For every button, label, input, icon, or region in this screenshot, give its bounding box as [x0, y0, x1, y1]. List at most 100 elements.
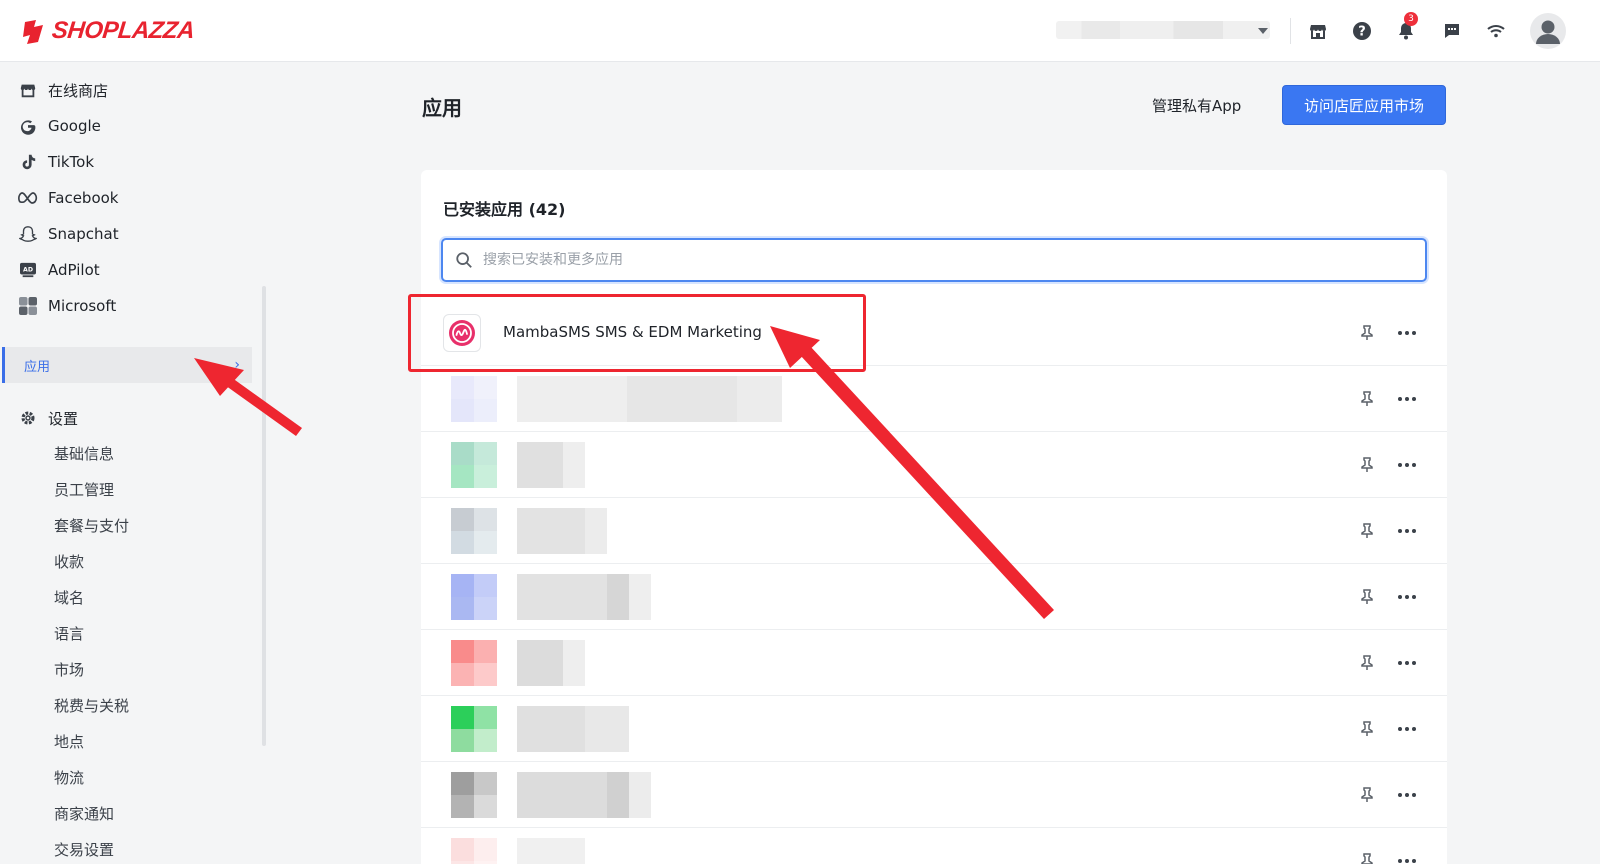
more-icon[interactable]	[1395, 786, 1419, 804]
app-row[interactable]	[421, 762, 1447, 828]
scrollbar[interactable]	[262, 286, 266, 746]
app-name	[517, 441, 585, 488]
chevron-down-icon[interactable]	[1258, 28, 1268, 34]
app-name	[517, 639, 585, 686]
more-icon[interactable]	[1395, 390, 1419, 408]
sidebar-item-label: TikTok	[48, 153, 95, 171]
divider	[1290, 18, 1291, 44]
pin-icon[interactable]	[1358, 456, 1376, 474]
sidebar-item-label: Snapchat	[48, 225, 119, 243]
installed-apps-title: 已安装应用 (42)	[443, 200, 566, 219]
search-input[interactable]	[483, 252, 1383, 268]
app-name	[517, 573, 651, 620]
more-icon[interactable]	[1395, 588, 1419, 606]
meta-icon	[18, 188, 38, 208]
sidebar-subitem[interactable]: 商家通知	[54, 802, 114, 826]
search-field[interactable]	[441, 238, 1427, 282]
app-row[interactable]	[421, 432, 1447, 498]
chat-icon[interactable]	[1440, 19, 1464, 43]
brand-name: SHOPLAZZA	[50, 17, 196, 44]
app-icon	[451, 705, 497, 752]
pin-icon[interactable]	[1358, 522, 1376, 540]
sidebar-subitem[interactable]: 税费与关税	[54, 694, 129, 718]
microsoft-icon	[18, 296, 38, 316]
shoplazza-logo[interactable]: SHOPLAZZA	[22, 16, 196, 46]
sidebar-item-snapchat[interactable]: Snapchat	[18, 220, 119, 248]
more-icon[interactable]	[1395, 522, 1419, 540]
sidebar-item-google[interactable]: Google	[18, 112, 101, 140]
sidebar-item-label: Facebook	[48, 189, 119, 207]
sidebar-item-tiktok[interactable]: TikTok	[18, 148, 94, 176]
sidebar-item-online-store[interactable]: 在线商店	[18, 76, 108, 104]
sidebar-item-facebook[interactable]: Facebook	[18, 184, 118, 212]
app-name	[517, 507, 607, 554]
store-selector[interactable]	[1056, 21, 1270, 39]
sidebar-item-microsoft[interactable]: Microsoft	[18, 292, 116, 320]
pin-icon[interactable]	[1358, 324, 1376, 342]
more-icon[interactable]	[1395, 654, 1419, 672]
visit-app-store-button[interactable]: 访问店匠应用市场	[1282, 85, 1446, 125]
svg-text:?: ?	[1358, 25, 1366, 40]
app-row[interactable]	[421, 696, 1447, 762]
manage-private-app-button[interactable]: 管理私有App	[1152, 95, 1241, 116]
sidebar-subitem[interactable]: 员工管理	[54, 478, 114, 502]
more-icon[interactable]	[1395, 852, 1419, 864]
pin-icon[interactable]	[1358, 390, 1376, 408]
sidebar	[0, 62, 264, 864]
sidebar-item-label: 设置	[48, 409, 79, 428]
pin-icon[interactable]	[1358, 786, 1376, 804]
tiktok-icon	[18, 152, 38, 172]
store-icon[interactable]	[1306, 19, 1330, 43]
help-icon[interactable]: ?	[1350, 19, 1374, 43]
more-icon[interactable]	[1395, 720, 1419, 738]
shoplazza-logo-icon	[23, 20, 43, 44]
installed-apps-card: 已安装应用 (42) MambaSMS SMS & EDM Marketing	[421, 170, 1447, 864]
svg-text:AD: AD	[23, 266, 33, 273]
wifi-icon[interactable]	[1484, 19, 1508, 43]
top-bar: SHOPLAZZA ? 3	[0, 0, 1600, 62]
app-row[interactable]	[421, 564, 1447, 630]
store-icon	[18, 80, 38, 100]
sidebar-subitem[interactable]: 语言	[54, 622, 84, 646]
app-name[interactable]: MambaSMS SMS & EDM Marketing	[503, 323, 762, 341]
adpilot-icon: AD	[18, 260, 38, 280]
more-icon[interactable]	[1395, 456, 1419, 474]
notification-badge: 3	[1404, 12, 1418, 26]
chevron-right-icon: ›	[234, 357, 240, 373]
avatar[interactable]	[1530, 13, 1566, 49]
app-icon	[451, 441, 497, 488]
sidebar-subitem[interactable]: 物流	[54, 766, 84, 790]
app-icon	[451, 838, 497, 864]
pin-icon[interactable]	[1358, 588, 1376, 606]
app-row[interactable]	[421, 828, 1447, 864]
sidebar-subitem[interactable]: 市场	[54, 658, 84, 682]
sidebar-subitem[interactable]: 域名	[54, 586, 84, 610]
mambasms-icon	[443, 313, 481, 352]
app-row[interactable]	[421, 498, 1447, 564]
page-title: 应用	[422, 96, 462, 120]
gear-icon	[18, 408, 38, 428]
sidebar-item-settings[interactable]: 设置	[18, 404, 78, 432]
sidebar-item-adpilot[interactable]: AD AdPilot	[18, 256, 100, 284]
more-icon[interactable]	[1395, 324, 1419, 342]
sidebar-item-apps[interactable]: 应用 ›	[2, 347, 252, 383]
app-icon	[451, 639, 497, 686]
pin-icon[interactable]	[1358, 852, 1376, 864]
sidebar-subitem[interactable]: 收款	[54, 550, 84, 574]
app-row[interactable]	[421, 366, 1447, 432]
app-name	[517, 705, 629, 752]
sidebar-subitem[interactable]: 交易设置	[54, 838, 114, 862]
sidebar-subitem[interactable]: 套餐与支付	[54, 514, 129, 538]
sidebar-subitem[interactable]: 地点	[54, 730, 84, 754]
app-icon	[451, 771, 497, 818]
app-icon	[451, 375, 497, 422]
sidebar-subitem[interactable]: 基础信息	[54, 442, 114, 466]
pin-icon[interactable]	[1358, 720, 1376, 738]
snapchat-icon	[18, 224, 38, 244]
app-name	[517, 838, 585, 864]
app-name	[517, 771, 651, 818]
pin-icon[interactable]	[1358, 654, 1376, 672]
app-row[interactable]	[421, 630, 1447, 696]
app-row[interactable]: MambaSMS SMS & EDM Marketing	[421, 300, 1447, 366]
sidebar-item-label: Google	[48, 117, 101, 135]
